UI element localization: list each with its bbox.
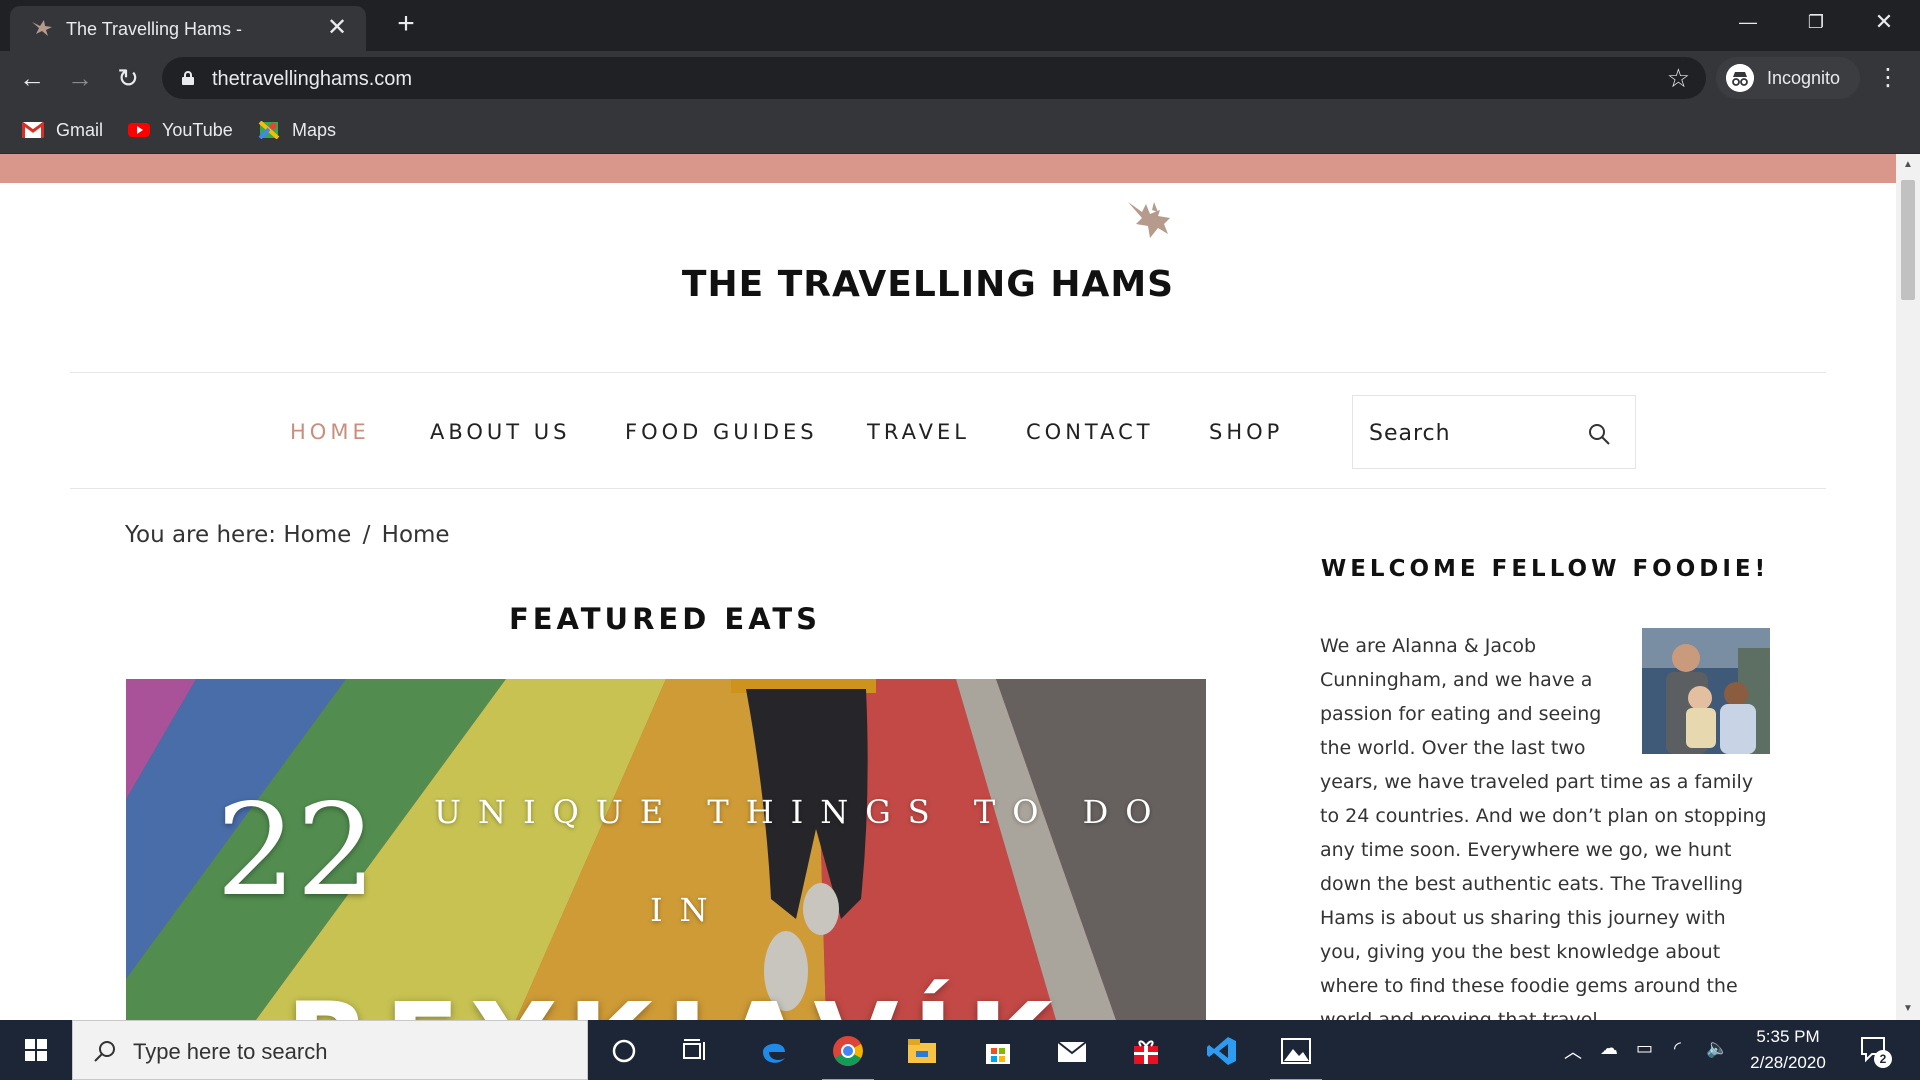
tab-title: The Travelling Hams - bbox=[66, 19, 243, 39]
nav-contact[interactable]: CONTACT bbox=[1026, 420, 1154, 444]
window-close-icon[interactable]: ✕ bbox=[1856, 6, 1912, 38]
microsoft-store-icon[interactable] bbox=[968, 1028, 1028, 1074]
bookmarks-bar: Gmail YouTube Maps bbox=[0, 106, 1920, 154]
search-placeholder: Search bbox=[1369, 421, 1451, 446]
system-clock[interactable]: 5:35 PM 2/28/2020 bbox=[1730, 1024, 1846, 1076]
nav-shop[interactable]: SHOP bbox=[1209, 420, 1283, 444]
search-icon bbox=[94, 1041, 115, 1062]
page-scrollbar[interactable]: ▲ ▼ bbox=[1896, 154, 1920, 1020]
hero-city-title: REYKJAVÍK bbox=[286, 979, 1067, 1020]
mail-icon[interactable] bbox=[1042, 1028, 1102, 1074]
breadcrumb: You are here: Home / Home bbox=[125, 522, 450, 548]
cortana-icon[interactable] bbox=[594, 1028, 654, 1074]
photos-icon[interactable] bbox=[1266, 1028, 1326, 1080]
battery-icon[interactable]: ▭ bbox=[1636, 1038, 1653, 1059]
browser-menu-icon[interactable]: ⋮ bbox=[1876, 63, 1900, 92]
hero-subtitle-line2: IN bbox=[650, 891, 725, 929]
header-divider bbox=[70, 372, 1826, 373]
scrollbar-thumb[interactable] bbox=[1901, 180, 1915, 300]
bookmark-label: YouTube bbox=[162, 119, 233, 140]
tab-close-icon[interactable]: ✕ bbox=[324, 15, 350, 41]
sidebar-welcome-heading: WELCOME FELLOW FOODIE! bbox=[1320, 556, 1770, 582]
bookmark-gmail[interactable]: Gmail bbox=[22, 116, 103, 144]
bookmark-star-icon[interactable]: ☆ bbox=[1667, 63, 1690, 94]
nav-food-guides[interactable]: FOOD GUIDES bbox=[625, 420, 818, 444]
photo-float-spacer bbox=[1628, 629, 1770, 765]
sidebar-bio: We are Alanna & Jacob Cunningham, and we… bbox=[1320, 629, 1770, 1020]
incognito-icon bbox=[1726, 64, 1754, 92]
browser-tab[interactable]: The Travelling Hams - ✕ bbox=[10, 6, 366, 51]
nav-about-us[interactable]: ABOUT US bbox=[430, 420, 571, 444]
volume-icon[interactable]: 🔈 bbox=[1706, 1038, 1728, 1059]
notification-count-badge: 2 bbox=[1874, 1050, 1892, 1068]
youtube-icon bbox=[128, 123, 150, 137]
breadcrumb-prefix: You are here: bbox=[125, 522, 277, 548]
featured-eats-heading: FEATURED EATS bbox=[508, 602, 822, 636]
scroll-down-arrow-icon[interactable]: ▼ bbox=[1896, 1000, 1920, 1018]
windows-start-icon[interactable] bbox=[0, 1020, 72, 1080]
windows-taskbar: Type here to search ︿ ☁ ▭ ◜ 🔈 5:35 PM 2/… bbox=[0, 1020, 1920, 1080]
search-icon[interactable] bbox=[1587, 422, 1611, 446]
bookmark-youtube[interactable]: YouTube bbox=[128, 116, 233, 144]
breadcrumb-current: Home bbox=[381, 522, 450, 548]
page-viewport: THE TRAVELLING HAMS HOME ABOUT US FOOD G… bbox=[0, 154, 1920, 1020]
incognito-label: Incognito bbox=[1767, 68, 1841, 88]
nav-divider bbox=[70, 488, 1826, 489]
incognito-profile-button[interactable]: Incognito bbox=[1716, 57, 1860, 99]
nav-home[interactable]: HOME bbox=[290, 420, 370, 444]
bookmark-maps[interactable]: Maps bbox=[258, 116, 336, 144]
taskbar-search-input[interactable]: Type here to search bbox=[72, 1020, 588, 1080]
nav-travel[interactable]: TRAVEL bbox=[867, 420, 970, 444]
chrome-icon[interactable] bbox=[818, 1028, 878, 1080]
featured-post-image[interactable]: 22 UNIQUE THINGS TO DO IN REYKJAVÍK bbox=[126, 679, 1206, 1020]
scroll-up-arrow-icon[interactable]: ▲ bbox=[1896, 156, 1920, 174]
edge-icon[interactable] bbox=[744, 1028, 804, 1074]
gmail-icon bbox=[22, 121, 44, 138]
forward-arrow-icon[interactable]: → bbox=[64, 63, 96, 95]
site-search-input[interactable]: Search bbox=[1352, 395, 1636, 469]
accent-top-band bbox=[0, 154, 1896, 183]
restore-icon[interactable]: ❐ bbox=[1788, 6, 1844, 38]
maps-icon bbox=[258, 121, 280, 139]
vscode-icon[interactable] bbox=[1192, 1028, 1252, 1074]
taskbar-search-placeholder: Type here to search bbox=[133, 1039, 328, 1064]
flying-pig-logo-icon[interactable] bbox=[1124, 196, 1180, 244]
site-title[interactable]: THE TRAVELLING HAMS bbox=[0, 264, 1856, 305]
file-explorer-icon[interactable] bbox=[892, 1028, 952, 1074]
clock-date: 2/28/2020 bbox=[1750, 1053, 1826, 1072]
breadcrumb-home-link[interactable]: Home bbox=[283, 522, 351, 548]
bookmark-label: Gmail bbox=[56, 119, 104, 140]
hero-number: 22 bbox=[216, 777, 377, 924]
back-arrow-icon[interactable]: ← bbox=[16, 63, 48, 95]
wifi-icon[interactable]: ◜ bbox=[1674, 1038, 1681, 1059]
gift-app-icon[interactable] bbox=[1116, 1028, 1176, 1074]
breadcrumb-separator: / bbox=[362, 522, 371, 548]
browser-toolbar: ← → ↻ thetravellinghams.com ☆ Incognito … bbox=[0, 51, 1920, 106]
bookmark-label: Maps bbox=[292, 119, 337, 140]
action-center-icon[interactable]: 2 bbox=[1858, 1034, 1892, 1068]
new-tab-button[interactable]: + bbox=[390, 9, 422, 41]
site-favicon-icon bbox=[32, 20, 52, 36]
address-bar[interactable]: thetravellinghams.com ☆ bbox=[162, 57, 1706, 99]
url-text: thetravellinghams.com bbox=[212, 68, 413, 90]
hero-subtitle-line1: UNIQUE THINGS TO DO bbox=[434, 793, 1169, 831]
reload-icon[interactable]: ↻ bbox=[112, 63, 144, 95]
browser-tab-bar: The Travelling Hams - ✕ + — ❐ ✕ bbox=[0, 0, 1920, 51]
show-hidden-icons-chevron-icon[interactable]: ︿ bbox=[1564, 1038, 1582, 1064]
task-view-icon[interactable] bbox=[666, 1028, 726, 1074]
lock-icon bbox=[182, 71, 194, 85]
onedrive-cloud-icon[interactable]: ☁ bbox=[1600, 1038, 1618, 1059]
clock-time: 5:35 PM bbox=[1756, 1027, 1820, 1046]
minimize-icon[interactable]: — bbox=[1720, 6, 1776, 38]
